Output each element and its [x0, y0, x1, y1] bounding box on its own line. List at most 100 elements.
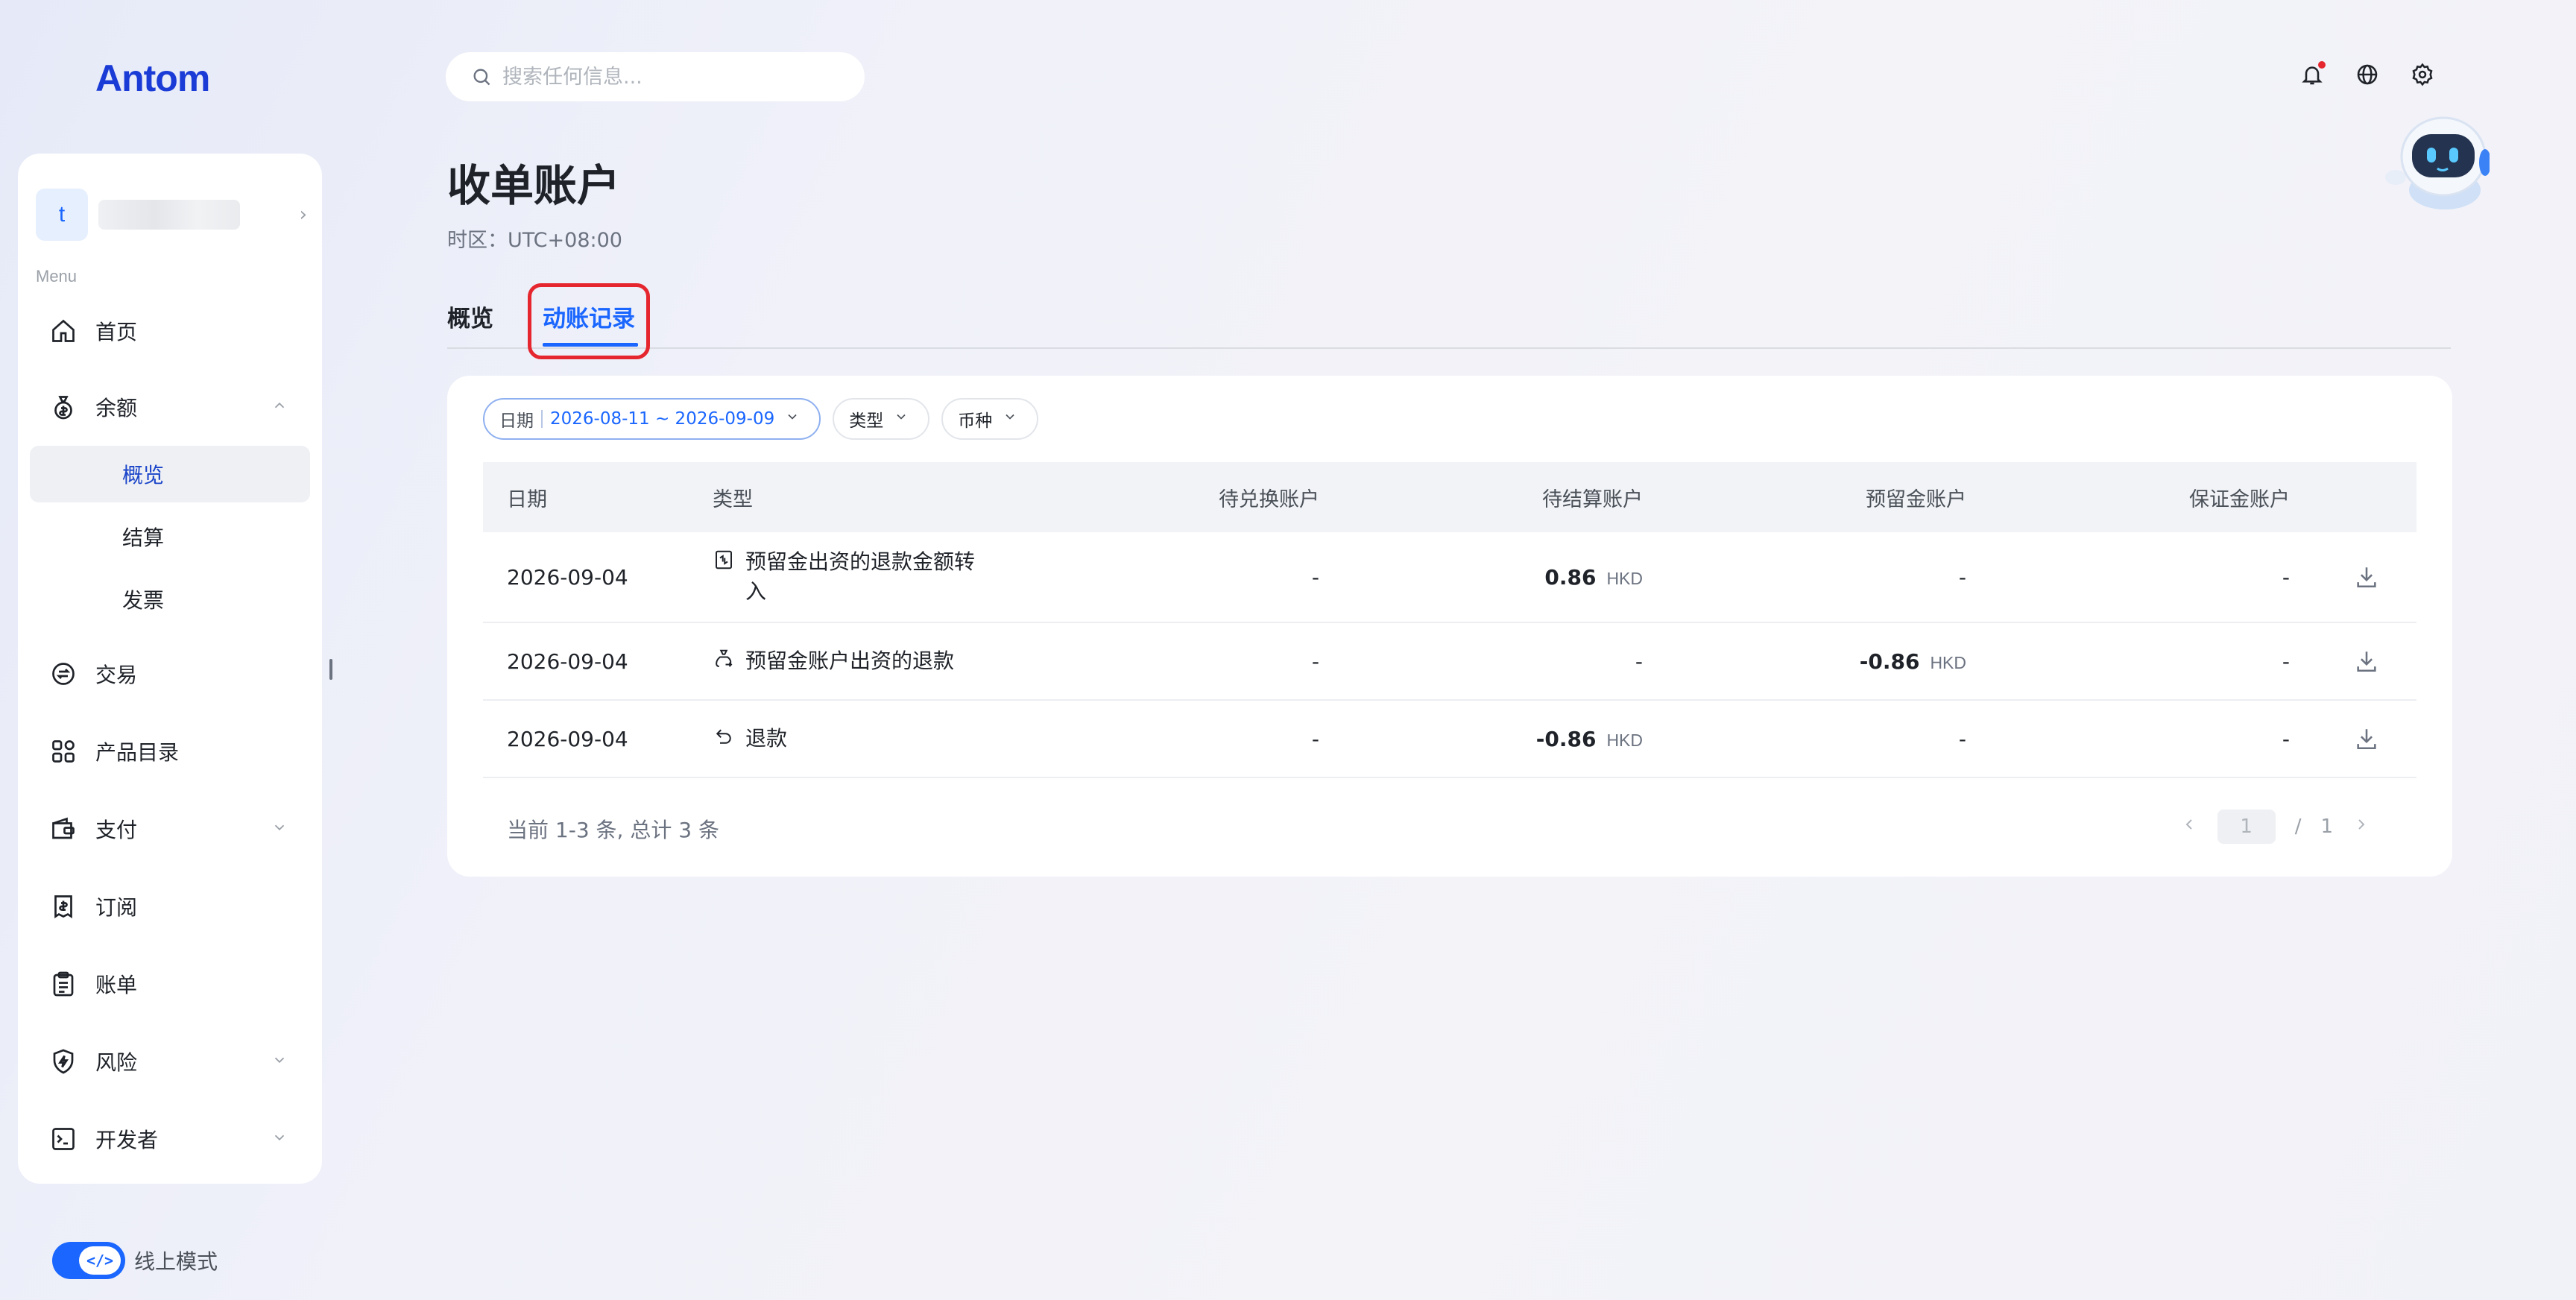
chevron-down-icon	[894, 409, 909, 429]
receipt-icon	[48, 891, 79, 922]
sidebar-item-invoice[interactable]: 发票	[30, 571, 310, 628]
cell-pending-settle: -0.86 HKD	[1536, 727, 1643, 751]
sidebar-item-label: 发票	[122, 588, 165, 613]
row-date: 2026-09-04	[507, 649, 628, 674]
sidebar-item-label: 结算	[122, 526, 165, 550]
amount-value: 0.86	[1544, 564, 1597, 590]
cell-reserve: -0.86 HKD	[1860, 649, 1966, 674]
globe-icon[interactable]	[2354, 61, 2381, 88]
mode-toggle[interactable]: </>	[52, 1242, 125, 1279]
sidebar-item-developers[interactable]: 开发者	[30, 1111, 310, 1167]
sidebar-item-home[interactable]: 首页	[30, 303, 310, 359]
code-icon: </>	[79, 1246, 121, 1275]
page-title: 收单账户	[447, 160, 621, 211]
table-row[interactable]: 2026-09-04 预留金出资的退款金额转入 - 0.86 HKD - -	[483, 532, 2416, 623]
sidebar-item-label: 首页	[95, 320, 138, 344]
cell-reserve: -	[1959, 727, 1966, 751]
sidebar-item-risk[interactable]: 风险	[30, 1033, 310, 1090]
header-type: 类型	[713, 488, 753, 511]
download-icon[interactable]	[2354, 649, 2379, 674]
money-bag-icon	[48, 391, 79, 423]
sidebar-item-balance[interactable]: 余额	[30, 379, 310, 435]
header-date: 日期	[507, 488, 547, 511]
global-search[interactable]	[446, 52, 865, 101]
mode-label: 线上模式	[134, 1249, 218, 1274]
gear-icon[interactable]	[2409, 61, 2436, 88]
antom-logo[interactable]: Antom	[95, 57, 210, 100]
cell-reserve: -	[1959, 565, 1966, 590]
type-filter[interactable]: 类型	[833, 398, 930, 440]
sidebar-item-bills[interactable]: 账单	[30, 956, 310, 1012]
row-type-label: 预留金账户出资的退款	[745, 649, 955, 673]
cell-pending-settle: 0.86 HKD	[1544, 565, 1643, 590]
sidebar-item-balance-overview[interactable]: 概览	[30, 446, 310, 502]
live-mode-switch[interactable]: </> 线上模式	[52, 1242, 218, 1279]
cell-value: -	[1958, 564, 1966, 590]
sidebar-item-settlement[interactable]: 结算	[30, 508, 310, 565]
search-icon	[471, 66, 493, 88]
date-range-filter[interactable]: 日期 2026-08-11 ~ 2026-09-09	[483, 398, 821, 440]
sidebar-resize-handle[interactable]	[329, 659, 332, 680]
sidebar-item-label: 交易	[95, 663, 138, 687]
sidebar: t › Menu 首页 余额 概览 结算 发票 交易 产品目录 支付 订阅 账单…	[18, 154, 322, 1184]
sidebar-item-label: 订阅	[95, 895, 138, 920]
exchange-icon	[48, 658, 79, 690]
tab-overview[interactable]: 概览	[447, 300, 493, 333]
download-icon[interactable]	[2354, 564, 2379, 590]
cell-value: -	[1311, 564, 1319, 590]
chevron-right-icon: ›	[299, 203, 307, 226]
grid-icon	[48, 736, 79, 767]
currency-code: HKD	[1930, 652, 1966, 672]
avatar: t	[36, 189, 88, 241]
sidebar-item-subscriptions[interactable]: 订阅	[30, 878, 310, 935]
type-filter-label: 类型	[849, 411, 884, 431]
row-type: 退款	[713, 724, 991, 754]
currency-filter-label: 币种	[958, 411, 993, 431]
sidebar-item-transactions[interactable]: 交易	[30, 646, 310, 702]
download-icon[interactable]	[2354, 726, 2379, 751]
terminal-icon	[48, 1123, 79, 1155]
page-total: 1	[2320, 815, 2333, 838]
chevron-down-icon	[271, 1052, 288, 1071]
shield-icon	[48, 1046, 79, 1077]
amount-value: -0.86	[1859, 649, 1920, 674]
sidebar-item-label: 风险	[95, 1050, 138, 1075]
chevron-left-icon[interactable]	[2180, 815, 2198, 839]
cell-deposit: -	[2282, 727, 2290, 751]
row-date: 2026-09-04	[507, 726, 628, 751]
page-separator: /	[2294, 815, 2302, 838]
amount-value: -0.86	[1535, 726, 1597, 751]
page-number-input[interactable]: 1	[2217, 810, 2276, 844]
date-filter-value: 2026-08-11 ~ 2026-09-09	[550, 409, 775, 429]
cell-value: -	[2282, 726, 2290, 751]
chevron-down-icon	[1003, 409, 1017, 429]
currency-filter[interactable]: 币种	[941, 398, 1039, 440]
sidebar-item-payments[interactable]: 支付	[30, 801, 310, 857]
records-table: 日期 类型 待兑换账户 待结算账户 预留金账户 保证金账户 2026-09-04…	[483, 462, 2416, 778]
sidebar-item-catalog[interactable]: 产品目录	[30, 723, 310, 780]
cell-pending-fx: -	[1312, 649, 1319, 674]
row-date: 2026-09-04	[507, 564, 628, 590]
pagination: 1 / 1	[2180, 810, 2370, 844]
sidebar-item-label: 开发者	[95, 1128, 159, 1152]
cell-deposit: -	[2282, 649, 2290, 674]
cell-value: -	[2282, 564, 2290, 590]
cell-deposit: -	[2282, 565, 2290, 590]
chevron-right-icon[interactable]	[2352, 815, 2370, 839]
table-row[interactable]: 2026-09-04 退款 - -0.86 HKD - -	[483, 701, 2416, 778]
chevron-up-icon	[271, 397, 288, 417]
cell-pending-settle: -	[1635, 649, 1643, 674]
tab-bar: 概览 动账记录	[447, 280, 2451, 349]
bell-icon[interactable]	[2299, 61, 2326, 88]
account-switcher[interactable]: t ›	[36, 182, 315, 247]
chevron-down-icon	[271, 1129, 288, 1149]
table-row[interactable]: 2026-09-04 预留金账户出资的退款 - - -0.86 HKD -	[483, 623, 2416, 701]
header-pending-settle: 待结算账户	[1542, 488, 1643, 511]
chevron-down-icon	[271, 819, 288, 839]
ai-assistant-robot-icon[interactable]	[2385, 104, 2491, 216]
search-input[interactable]	[502, 65, 845, 89]
row-type: 预留金账户出资的退款	[713, 646, 991, 676]
table-header: 日期 类型 待兑换账户 待结算账户 预留金账户 保证金账户	[483, 462, 2416, 532]
clipboard-icon	[48, 968, 79, 1000]
cell-value: -	[1958, 726, 1966, 751]
